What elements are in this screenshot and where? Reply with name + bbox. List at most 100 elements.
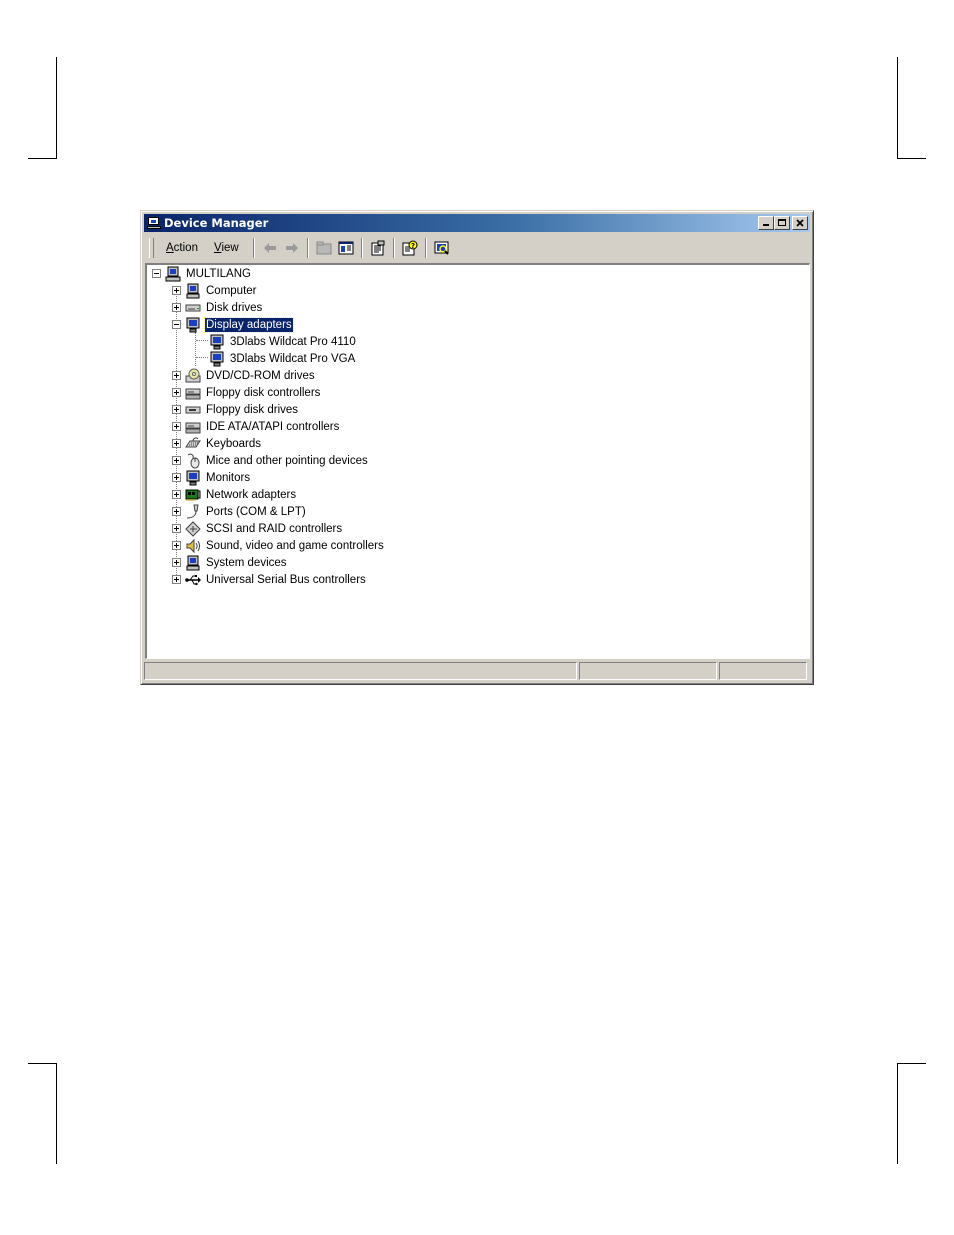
crop-mark-bottom-right-horizontal [897, 1063, 926, 1064]
tree-item-ports[interactable]: Ports (COM & LPT) [172, 503, 307, 520]
tree-item-label-selected: Display adapters [204, 316, 294, 333]
show-hide-tree-button[interactable] [335, 238, 357, 258]
forward-button[interactable] [281, 238, 303, 258]
title-bar[interactable]: Device Manager [144, 214, 810, 232]
expand-icon[interactable] [172, 456, 181, 465]
tree-item-dvd-cdrom[interactable]: DVD/CD-ROM drives [172, 367, 316, 384]
status-panel-middle [579, 662, 717, 680]
network-adapter-icon [185, 487, 201, 503]
properties-icon [371, 240, 385, 256]
window-title: Device Manager [164, 216, 269, 230]
expand-icon[interactable] [172, 388, 181, 397]
tree-item-label: Disk drives [206, 301, 263, 314]
up-folder-icon [316, 241, 332, 255]
tree-child-wildcat-4110[interactable]: 3Dlabs Wildcat Pro 4110 [209, 333, 357, 350]
crop-mark-top-left-vertical [56, 57, 57, 158]
back-button[interactable] [259, 238, 281, 258]
device-tree[interactable]: MULTILANG Computer Disk drives Display a… [145, 263, 810, 659]
tree-item-usb-controllers[interactable]: Universal Serial Bus controllers [172, 571, 367, 588]
collapse-icon[interactable] [172, 320, 181, 329]
properties-button[interactable] [367, 238, 389, 258]
menu-action-mnemonic: A [166, 242, 174, 254]
status-panel-main [144, 662, 577, 680]
up-button[interactable] [313, 238, 335, 258]
expand-icon[interactable] [172, 541, 181, 550]
tree-item-ide-controllers[interactable]: IDE ATA/ATAPI controllers [172, 418, 340, 435]
usb-icon [185, 572, 201, 588]
monitor-icon [185, 470, 201, 486]
device-manager-window: Device Manager Action View ? MULTILANG C… [140, 210, 814, 685]
tree-item-floppy-controllers[interactable]: Floppy disk controllers [172, 384, 321, 401]
tree-item-sound-video-game[interactable]: Sound, video and game controllers [172, 537, 385, 554]
close-button[interactable] [792, 216, 808, 230]
menu-view[interactable]: View [206, 240, 247, 256]
tree-item-monitors[interactable]: Monitors [172, 469, 251, 486]
toolbar-separator [306, 238, 309, 258]
expand-icon[interactable] [172, 558, 181, 567]
crop-mark-bottom-left-vertical [56, 1063, 57, 1164]
tree-item-system-devices[interactable]: System devices [172, 554, 288, 571]
back-arrow-icon [263, 243, 276, 253]
tree-child-label: 3Dlabs Wildcat Pro VGA [230, 352, 356, 365]
help-button[interactable]: ? [399, 238, 421, 258]
tree-item-label: Floppy disk drives [206, 403, 299, 416]
tree-item-mice[interactable]: Mice and other pointing devices [172, 452, 369, 469]
expand-icon[interactable] [172, 405, 181, 414]
tree-child-wildcat-vga[interactable]: 3Dlabs Wildcat Pro VGA [209, 350, 356, 367]
show-hide-tree-icon [338, 241, 354, 255]
tree-item-label: Monitors [206, 471, 251, 484]
maximize-button[interactable] [774, 216, 790, 230]
expand-icon[interactable] [172, 439, 181, 448]
disk-drive-icon [185, 300, 201, 316]
expand-icon[interactable] [172, 524, 181, 533]
expand-icon[interactable] [172, 473, 181, 482]
minimize-icon [763, 224, 769, 226]
tree-item-label: Computer [206, 284, 257, 297]
menu-view-rest: iew [221, 242, 239, 254]
tree-line-child-2 [196, 357, 208, 358]
tree-item-keyboards[interactable]: Keyboards [172, 435, 262, 452]
toolbar-grip[interactable] [149, 238, 154, 258]
menu-action[interactable]: Action [158, 240, 206, 256]
status-bar [144, 662, 810, 682]
computer-icon [165, 266, 181, 282]
expand-icon[interactable] [172, 422, 181, 431]
maximize-icon [778, 219, 786, 226]
expand-icon[interactable] [172, 303, 181, 312]
expand-icon[interactable] [172, 371, 181, 380]
tree-item-disk-drives[interactable]: Disk drives [172, 299, 263, 316]
toolbar-separator [252, 238, 255, 258]
device-manager-icon [147, 216, 161, 230]
keyboard-icon [185, 436, 201, 452]
expand-icon[interactable] [172, 286, 181, 295]
expand-icon[interactable] [172, 575, 181, 584]
tree-item-label: Floppy disk controllers [206, 386, 321, 399]
scan-hardware-button[interactable] [431, 238, 453, 258]
tree-item-label: Sound, video and game controllers [206, 539, 384, 552]
tree-item-display-adapters[interactable]: Display adapters [172, 316, 294, 333]
tree-item-scsi-raid[interactable]: SCSI and RAID controllers [172, 520, 343, 537]
tree-child-label: 3Dlabs Wildcat Pro 4110 [230, 335, 356, 348]
toolbar-separator [424, 238, 427, 258]
crop-mark-top-right-vertical [897, 57, 898, 158]
sound-icon [185, 538, 201, 554]
toolbar-separator [360, 238, 363, 258]
tree-root[interactable]: MULTILANG [152, 265, 252, 282]
minimize-button[interactable] [758, 216, 774, 230]
tree-item-label: IDE ATA/ATAPI controllers [206, 420, 340, 433]
tree-item-network-adapters[interactable]: Network adapters [172, 486, 297, 503]
computer-icon [185, 283, 201, 299]
tree-item-computer[interactable]: Computer [172, 282, 258, 299]
mouse-icon [185, 453, 201, 469]
tree-line-child-1 [196, 340, 208, 341]
collapse-icon[interactable] [152, 269, 161, 278]
crop-mark-top-left-horizontal [28, 158, 57, 159]
controller-icon [185, 385, 201, 401]
help-icon: ? [402, 240, 418, 256]
expand-icon[interactable] [172, 507, 181, 516]
tree-item-label: Network adapters [206, 488, 297, 501]
tree-root-label: MULTILANG [186, 267, 251, 280]
expand-icon[interactable] [172, 490, 181, 499]
tree-item-floppy-drives[interactable]: Floppy disk drives [172, 401, 299, 418]
tree-item-label: System devices [206, 556, 287, 569]
